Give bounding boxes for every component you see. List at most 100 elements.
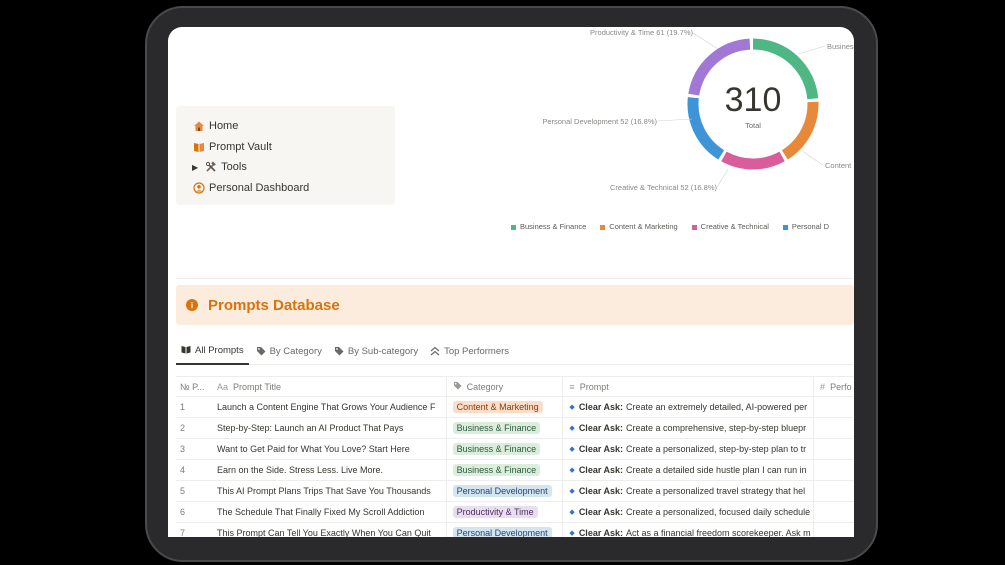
prompt-lead: Clear Ask:	[578, 444, 623, 454]
chart-legend: Business & Finance Content & Marketing C…	[511, 222, 829, 231]
legend-item[interactable]: Creative & Technical	[691, 222, 769, 231]
database-view-tabs: All Prompts By Category By Sub-category …	[176, 339, 854, 365]
table-row[interactable]: 4 Earn on the Side. Stress Less. Live Mor…	[176, 460, 854, 481]
row-title[interactable]: Launch a Content Engine That Grows Your …	[211, 397, 447, 417]
row-category-cell[interactable]: Content & Marketing	[447, 397, 564, 417]
header-category[interactable]: Category	[447, 377, 564, 396]
nav-item-personal-dashboard[interactable]: Personal Dashboard	[176, 178, 395, 199]
row-category-cell[interactable]: Business & Finance	[447, 418, 564, 438]
table-row[interactable]: 6 The Schedule That Finally Fixed My Scro…	[176, 502, 854, 523]
category-tag: Productivity & Time	[452, 506, 538, 518]
row-category-cell[interactable]: Personal Development	[447, 523, 564, 537]
nav-item-home[interactable]: Home	[176, 116, 395, 137]
table-row[interactable]: 5 This AI Prompt Plans Trips That Save Yo…	[176, 481, 854, 502]
diamond-icon: ◆	[569, 404, 575, 411]
nav-item-tools[interactable]: ▶ Tools	[176, 157, 395, 178]
slice-label: Content	[825, 161, 852, 170]
book-icon	[181, 345, 191, 356]
header-number[interactable]: № P...	[176, 382, 211, 392]
row-category-cell[interactable]: Productivity & Time	[447, 502, 564, 522]
section-divider	[176, 278, 854, 279]
book-icon	[192, 140, 205, 153]
header-prompt[interactable]: ≡ Prompt	[563, 377, 815, 396]
legend-item[interactable]: Personal D	[782, 222, 830, 231]
row-prompt-cell[interactable]: ◆ Clear Ask: Create a personalized, step-b…	[563, 439, 815, 459]
row-title[interactable]: The Schedule That Finally Fixed My Scrol…	[211, 502, 447, 522]
row-prompt-cell[interactable]: ◆ Clear Ask: Create an extremely detailed,…	[563, 397, 815, 417]
category-tag: Business & Finance	[452, 443, 541, 455]
category-tag: Personal Development	[452, 485, 552, 497]
row-performance-cell[interactable]	[814, 418, 854, 438]
person-circle-icon	[192, 181, 205, 194]
nav-item-label: Home	[209, 120, 239, 133]
row-prompt-cell[interactable]: ◆ Clear Ask: Create a comprehensive, step-…	[563, 418, 815, 438]
header-label: Category	[466, 381, 504, 392]
slice-personal-development[interactable]	[687, 97, 725, 160]
nav-item-prompt-vault[interactable]: Prompt Vault	[176, 137, 395, 158]
table-row[interactable]: 1 Launch a Content Engine That Grows Your…	[176, 397, 854, 418]
legend-swatch	[691, 224, 697, 230]
legend-label: Content & Marketing	[609, 222, 678, 231]
toggle-triangle-icon[interactable]: ▶	[192, 163, 198, 172]
slice-creative-technical[interactable]	[721, 151, 785, 170]
tag-icon	[453, 381, 462, 392]
legend-item[interactable]: Content & Marketing	[600, 222, 678, 231]
prompt-lead: Clear Ask:	[578, 423, 623, 433]
info-icon: i	[186, 299, 198, 311]
tab-label: By Category	[269, 346, 322, 357]
row-number: 1	[180, 402, 186, 412]
row-performance-cell[interactable]	[814, 460, 854, 480]
row-category-cell[interactable]: Business & Finance	[447, 439, 564, 459]
row-prompt-cell[interactable]: ◆ Clear Ask: Create a personalized travel …	[563, 481, 815, 501]
header-label: Prompt Title	[232, 381, 281, 392]
slice-label-leader	[801, 150, 824, 166]
row-title[interactable]: This Prompt Can Tell You Exactly When Yo…	[211, 523, 447, 537]
prompt-text: Create a comprehensive, step-by-step blu…	[626, 423, 807, 433]
nav-item-label: Personal Dashboard	[209, 181, 310, 194]
row-prompt-cell[interactable]: ◆ Clear Ask: Create a detailed side hustle…	[563, 460, 815, 480]
row-performance-cell[interactable]	[814, 397, 854, 417]
table-row[interactable]: 3 Want to Get Paid for What You Love? Sta…	[176, 439, 854, 460]
tab-by-category[interactable]: By Category	[251, 339, 327, 365]
tab-all-prompts[interactable]: All Prompts	[176, 339, 249, 365]
row-category-cell[interactable]: Personal Development	[447, 481, 564, 501]
row-title[interactable]: Want to Get Paid for What You Love? Star…	[211, 439, 447, 459]
row-number: 3	[180, 444, 186, 454]
prompt-text: Create a personalized, focused daily sch…	[626, 507, 811, 517]
legend-item[interactable]: Business & Finance	[511, 222, 586, 231]
row-category-cell[interactable]: Business & Finance	[447, 460, 564, 480]
table-row[interactable]: 7 This Prompt Can Tell You Exactly When Y…	[176, 523, 854, 537]
tab-by-sub-category[interactable]: By Sub-category	[329, 339, 423, 365]
row-prompt-cell[interactable]: ◆ Clear Ask: Create a personalized, focuse…	[563, 502, 815, 522]
slice-content-marketing[interactable]	[781, 101, 819, 160]
header-performance[interactable]: # Perfo	[814, 377, 854, 396]
row-title[interactable]: Step-by-Step: Launch an AI Product That …	[211, 418, 447, 438]
prompt-lead: Clear Ask:	[578, 465, 623, 475]
tab-label: All Prompts	[195, 345, 244, 356]
row-performance-cell[interactable]	[814, 481, 854, 501]
prompt-text: Act as a financial freedom scorekeeper. …	[626, 528, 811, 537]
legend-label: Personal D	[791, 222, 830, 231]
legend-swatch	[511, 224, 516, 230]
prompt-text: Create a personalized travel strategy th…	[626, 486, 806, 496]
legend-swatch	[600, 224, 606, 230]
prompt-text: Create a detailed side hustle plan I can…	[626, 465, 807, 475]
table-row[interactable]: 2 Step-by-Step: Launch an AI Product That…	[176, 418, 854, 439]
row-prompt-cell[interactable]: ◆ Clear Ask: Act as a financial freedom sc…	[563, 523, 815, 537]
category-tag: Business & Finance	[452, 422, 541, 434]
text-type-icon: Aa	[216, 381, 228, 392]
prompt-lead: Clear Ask:	[578, 486, 623, 496]
header-label: Perfo	[830, 381, 852, 392]
category-tag: Content & Marketing	[452, 401, 543, 413]
header-prompt-title[interactable]: Aa Prompt Title	[211, 377, 447, 396]
row-title[interactable]: Earn on the Side. Stress Less. Live More…	[211, 460, 447, 480]
prompt-lead: Clear Ask:	[578, 402, 623, 412]
row-performance-cell[interactable]	[814, 439, 854, 459]
slice-label-leader	[716, 168, 729, 188]
row-title[interactable]: This AI Prompt Plans Trips That Save You…	[211, 481, 447, 501]
slice-label-leader	[692, 32, 719, 50]
row-performance-cell[interactable]	[814, 502, 854, 522]
row-performance-cell[interactable]	[814, 523, 854, 537]
tab-top-performers[interactable]: Top Performers	[425, 339, 514, 365]
row-number: 2	[180, 423, 186, 433]
